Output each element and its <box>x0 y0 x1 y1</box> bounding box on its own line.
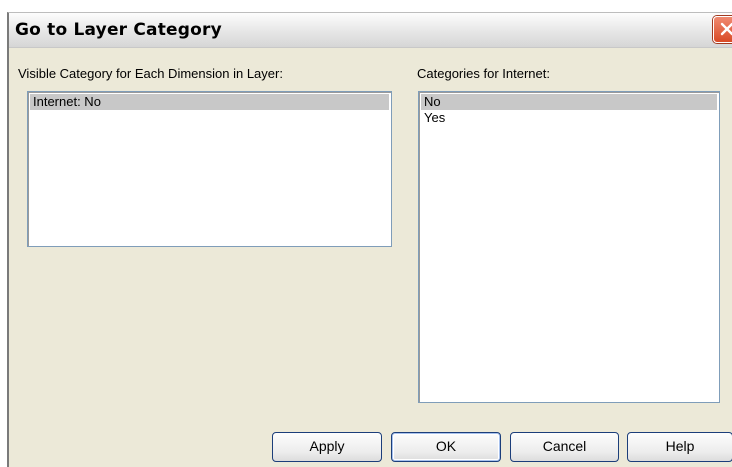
list-item-yes[interactable]: Yes <box>421 110 717 126</box>
visible-category-label: Visible Category for Each Dimension in L… <box>18 66 283 81</box>
visible-category-listbox[interactable]: Internet: No <box>27 91 392 247</box>
close-button[interactable] <box>713 16 732 43</box>
cancel-button[interactable]: Cancel <box>510 432 619 462</box>
dialog-title: Go to Layer Category <box>15 20 222 40</box>
close-icon <box>720 22 732 36</box>
go-to-layer-category-dialog: Go to Layer Category Visible Category fo… <box>7 12 732 467</box>
title-bar[interactable]: Go to Layer Category <box>9 13 732 48</box>
ok-button[interactable]: OK <box>391 432 501 462</box>
list-item-no[interactable]: No <box>421 94 717 110</box>
help-button[interactable]: Help <box>627 432 732 462</box>
categories-for-internet-label: Categories for Internet: <box>417 66 550 81</box>
categories-listbox[interactable]: No Yes <box>418 91 720 403</box>
list-item[interactable]: Internet: No <box>30 94 389 110</box>
apply-button[interactable]: Apply <box>272 432 382 462</box>
